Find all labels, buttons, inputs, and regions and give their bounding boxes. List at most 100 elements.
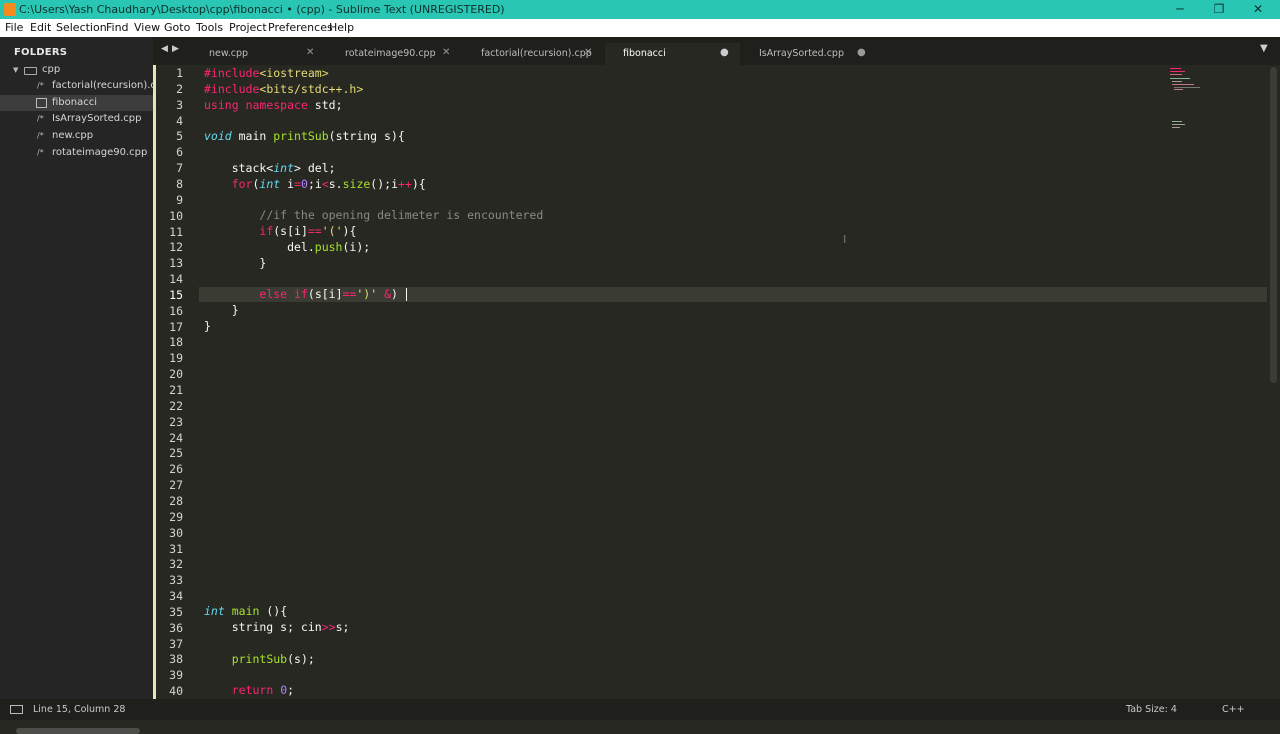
- code-line: stack<int> del;: [204, 161, 336, 175]
- title-bar: C:\Users\Yash Chaudhary\Desktop\cpp\fibo…: [0, 0, 1280, 19]
- line-number: 21: [169, 383, 183, 397]
- menu-tools[interactable]: Tools: [196, 19, 223, 37]
- tab-bar: ◀ ▶ new.cpp ✕ rotateimage90.cpp ✕ factor…: [153, 37, 1280, 65]
- text-caret: [406, 288, 407, 301]
- code-line: void main printSub(string s){: [204, 129, 405, 143]
- sidebar-item-isarraysorted[interactable]: /* IsArraySorted.cpp: [0, 111, 153, 127]
- line-number: 19: [169, 351, 183, 366]
- window-title: C:\Users\Yash Chaudhary\Desktop\cpp\fibo…: [19, 3, 505, 16]
- line-number: 31: [169, 541, 183, 556]
- code-line: }: [204, 303, 239, 317]
- line-number: 20: [169, 367, 183, 382]
- menu-view[interactable]: View: [134, 19, 160, 37]
- line-number: 25: [169, 446, 183, 461]
- line-number: 2: [176, 81, 183, 96]
- line-number: 39: [169, 668, 183, 683]
- code-editor[interactable]: #include<iostream> #include<bits/stdc++.…: [199, 65, 1267, 699]
- cursor-position: Line 15, Column 28: [33, 704, 126, 715]
- scrollbar-thumb[interactable]: [1270, 67, 1277, 383]
- nav-right-icon[interactable]: ▶: [172, 44, 179, 54]
- unsaved-dot-icon[interactable]: ●: [720, 45, 729, 61]
- line-number: 36: [169, 620, 183, 635]
- sidebar-folder-cpp[interactable]: ▼ cpp: [0, 62, 153, 78]
- status-bar: Line 15, Column 28 Tab Size: 4 C++: [0, 699, 1280, 720]
- sidebar-item-label: fibonacci: [52, 97, 98, 108]
- tab-fibonacci[interactable]: fibonacci ●: [605, 43, 740, 65]
- unsaved-dot-icon[interactable]: ●: [857, 45, 866, 61]
- folder-icon: [24, 67, 37, 75]
- close-window-button[interactable]: ✕: [1238, 0, 1278, 19]
- folders-header: FOLDERS: [14, 47, 68, 58]
- menu-find[interactable]: Find: [106, 19, 129, 37]
- menu-edit[interactable]: Edit: [30, 19, 51, 37]
- line-number: 23: [169, 414, 183, 429]
- line-number: 22: [169, 398, 183, 413]
- file-icon: /*: [37, 114, 44, 123]
- line-number: 18: [169, 335, 183, 350]
- line-number: 9: [176, 192, 183, 207]
- code-line: int main (){: [204, 604, 288, 618]
- tab-label: rotateimage90.cpp: [345, 48, 436, 59]
- tab-size-indicator[interactable]: Tab Size: 4: [1126, 699, 1177, 720]
- tab-new-cpp[interactable]: new.cpp ✕: [193, 43, 328, 65]
- line-number: 17: [169, 319, 183, 334]
- tab-factorial[interactable]: factorial(recursion).cpp ✕: [463, 43, 605, 65]
- tab-label: new.cpp: [209, 48, 249, 59]
- menu-project[interactable]: Project: [229, 19, 267, 37]
- line-number: 8: [176, 177, 183, 191]
- code-line: else if(s[i]==')' &): [259, 287, 398, 301]
- sidebar-item-rotateimage90[interactable]: /* rotateimage90.cpp: [0, 145, 153, 161]
- menu-goto[interactable]: Goto: [164, 19, 190, 37]
- gutter-bar: [153, 65, 156, 699]
- sidebar-item-label: IsArraySorted.cpp: [52, 113, 142, 124]
- code-line: return 0;: [231, 683, 295, 697]
- close-icon[interactable]: ✕: [442, 45, 450, 61]
- line-number: 35: [169, 604, 183, 619]
- line-number: 34: [169, 589, 183, 603]
- code-line: }: [204, 319, 211, 333]
- mouse-ibeam-icon: I: [843, 233, 847, 246]
- line-number: 7: [176, 161, 183, 176]
- line-number: 24: [169, 430, 183, 445]
- minimap[interactable]: [1160, 65, 1267, 699]
- line-number: 28: [169, 493, 183, 508]
- menu-file[interactable]: File: [5, 19, 23, 37]
- tab-isarraysorted[interactable]: IsArraySorted.cpp ●: [740, 43, 875, 65]
- code-line: using namespace std;: [204, 98, 343, 112]
- menu-preferences[interactable]: Preferences: [268, 19, 333, 37]
- code-line: #include<iostream>: [204, 66, 329, 80]
- code-line: //if the opening delimeter is encountere…: [259, 208, 544, 222]
- sidebar-item-factorial[interactable]: /* factorial(recursion).cpp: [0, 78, 169, 94]
- folder-expand-icon[interactable]: ▼: [13, 62, 18, 78]
- sidebar-item-new[interactable]: /* new.cpp: [0, 128, 153, 144]
- tab-dropdown-icon[interactable]: ▼: [1260, 43, 1268, 54]
- code-line: del.push(i);: [204, 240, 371, 254]
- folder-label: cpp: [42, 64, 61, 75]
- vertical-scrollbar[interactable]: [1267, 65, 1280, 699]
- file-icon: /*: [37, 131, 44, 140]
- restore-button[interactable]: ❐: [1199, 0, 1239, 19]
- nav-left-icon[interactable]: ◀: [161, 44, 168, 54]
- line-number: 40: [169, 684, 183, 699]
- sidebar-item-label: factorial(recursion).cpp: [52, 80, 169, 91]
- line-number: 32: [169, 557, 183, 572]
- sidebar-item-fibonacci[interactable]: fibonacci: [0, 95, 153, 111]
- minimize-button[interactable]: ─: [1160, 0, 1200, 19]
- tab-rotateimage90[interactable]: rotateimage90.cpp ✕: [328, 43, 463, 65]
- close-icon[interactable]: ✕: [584, 45, 592, 61]
- close-icon[interactable]: ✕: [306, 45, 314, 61]
- sidebar-item-label: rotateimage90.cpp: [52, 147, 148, 158]
- line-number: 11: [169, 224, 183, 239]
- panel-toggle-icon[interactable]: [10, 705, 23, 714]
- menu-help[interactable]: Help: [329, 19, 354, 37]
- sublime-logo-icon: [4, 3, 16, 16]
- line-number: 14: [169, 272, 183, 286]
- sidebar-horizontal-scrollbar[interactable]: [16, 728, 140, 734]
- file-icon: [36, 98, 47, 108]
- tab-label: factorial(recursion).cpp: [481, 48, 592, 59]
- line-number: 33: [169, 573, 183, 588]
- menu-selection[interactable]: Selection: [56, 19, 107, 37]
- syntax-indicator[interactable]: C++: [1222, 699, 1245, 720]
- line-number: 13: [169, 256, 183, 271]
- line-number: 15: [169, 287, 183, 302]
